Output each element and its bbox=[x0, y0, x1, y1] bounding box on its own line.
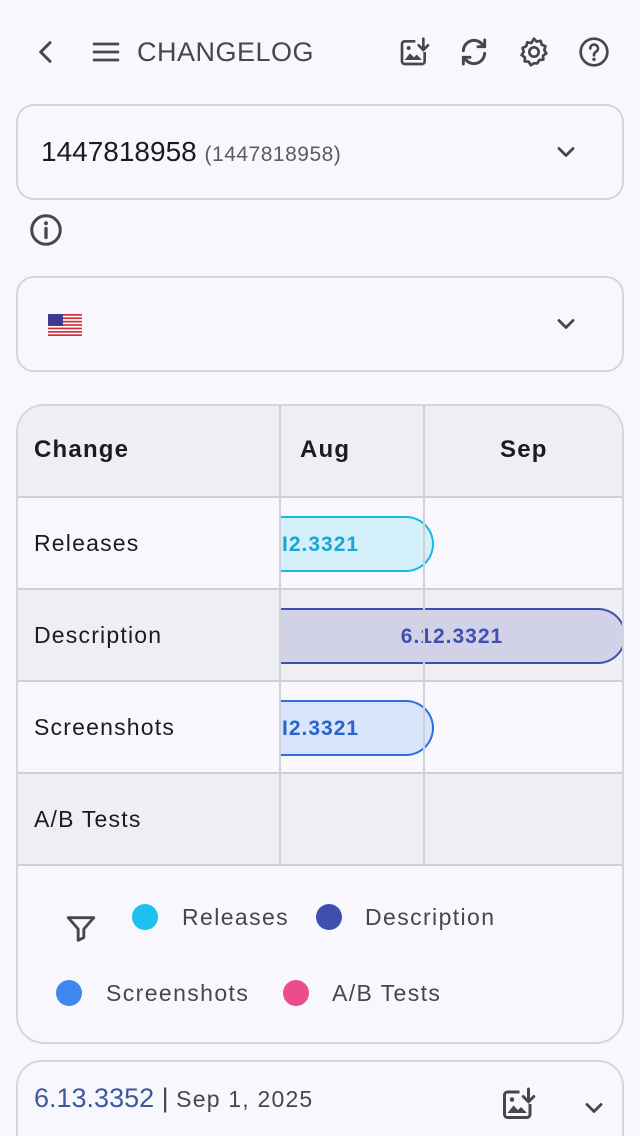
menu-button[interactable] bbox=[84, 30, 128, 74]
row-label-releases: Releases bbox=[34, 530, 140, 556]
page-title: CHANGELOG bbox=[137, 37, 315, 67]
legend-label-description[interactable]: Description bbox=[365, 904, 495, 931]
refresh-icon bbox=[461, 38, 487, 66]
legend-dot-description bbox=[316, 904, 342, 930]
image-download-icon bbox=[503, 1087, 536, 1119]
chevron-down-icon[interactable] bbox=[580, 1094, 608, 1122]
version-card[interactable]: 6.13.3352 | Sep 1, 2025 bbox=[16, 1060, 624, 1136]
row-divider bbox=[18, 772, 622, 774]
image-download-icon bbox=[400, 37, 430, 66]
column-divider bbox=[423, 406, 425, 864]
arrow-back-icon bbox=[39, 41, 52, 63]
country-select[interactable] bbox=[16, 276, 624, 372]
version-date: Sep 1, 2025 bbox=[176, 1086, 314, 1112]
version-header: 6.13.3352 | Sep 1, 2025 bbox=[34, 1082, 313, 1115]
download-version-image-button[interactable] bbox=[500, 1086, 540, 1126]
menu-icon bbox=[92, 42, 120, 62]
column-divider bbox=[279, 406, 281, 864]
row-divider bbox=[18, 496, 622, 498]
chevron-down-icon bbox=[557, 147, 575, 157]
us-flag-icon bbox=[48, 314, 82, 336]
legend-label-ab-tests[interactable]: A/B Tests bbox=[332, 980, 441, 1007]
row-label-description: Description bbox=[34, 622, 163, 648]
version-separator: | bbox=[161, 1083, 169, 1113]
app-select[interactable]: 1447818958 (1447818958) bbox=[16, 104, 624, 200]
settings-button[interactable] bbox=[512, 30, 556, 74]
release-bar-releases[interactable]: I2.3321 bbox=[280, 516, 434, 572]
row-label-screenshots: Screenshots bbox=[34, 714, 176, 740]
app-select-value: 1447818958 (1447818958) bbox=[41, 136, 341, 168]
download-image-button[interactable] bbox=[392, 30, 436, 74]
legend-dot-releases bbox=[132, 904, 158, 930]
info-icon bbox=[30, 214, 62, 246]
legend-dot-ab-tests bbox=[283, 980, 309, 1006]
column-header-sep: Sep bbox=[500, 436, 548, 463]
row-divider bbox=[18, 588, 622, 590]
release-bar-description[interactable]: 6.12.3321 bbox=[280, 608, 622, 664]
row-label-ab-tests: A/B Tests bbox=[34, 806, 142, 832]
info-button[interactable] bbox=[28, 212, 64, 248]
legend-label-screenshots[interactable]: Screenshots bbox=[106, 980, 249, 1007]
help-button[interactable] bbox=[572, 30, 616, 74]
release-bar-screenshots[interactable]: I2.3321 bbox=[280, 700, 434, 756]
bar-label: I2.3321 bbox=[282, 717, 360, 740]
column-header-change: Change bbox=[34, 436, 130, 463]
gear-icon bbox=[520, 37, 548, 67]
chevron-down-icon bbox=[557, 319, 575, 329]
filter-icon[interactable] bbox=[64, 912, 98, 946]
bar-label: 6.12.3321 bbox=[400, 625, 504, 648]
bar-label: I2.3321 bbox=[282, 533, 360, 556]
row-divider bbox=[18, 680, 622, 682]
legend-label-releases[interactable]: Releases bbox=[182, 904, 289, 931]
changelog-timeline: Change Aug Sep Releases Description Scre… bbox=[16, 404, 624, 1044]
app-id: (1447818958) bbox=[204, 143, 342, 166]
row-divider bbox=[18, 864, 622, 866]
help-icon bbox=[579, 37, 609, 67]
back-button[interactable] bbox=[24, 30, 68, 74]
app-name: 1447818958 bbox=[41, 136, 197, 167]
refresh-button[interactable] bbox=[452, 30, 496, 74]
legend-dot-screenshots bbox=[56, 980, 82, 1006]
column-header-aug: Aug bbox=[300, 436, 351, 463]
version-number: 6.13.3352 bbox=[34, 1083, 155, 1113]
